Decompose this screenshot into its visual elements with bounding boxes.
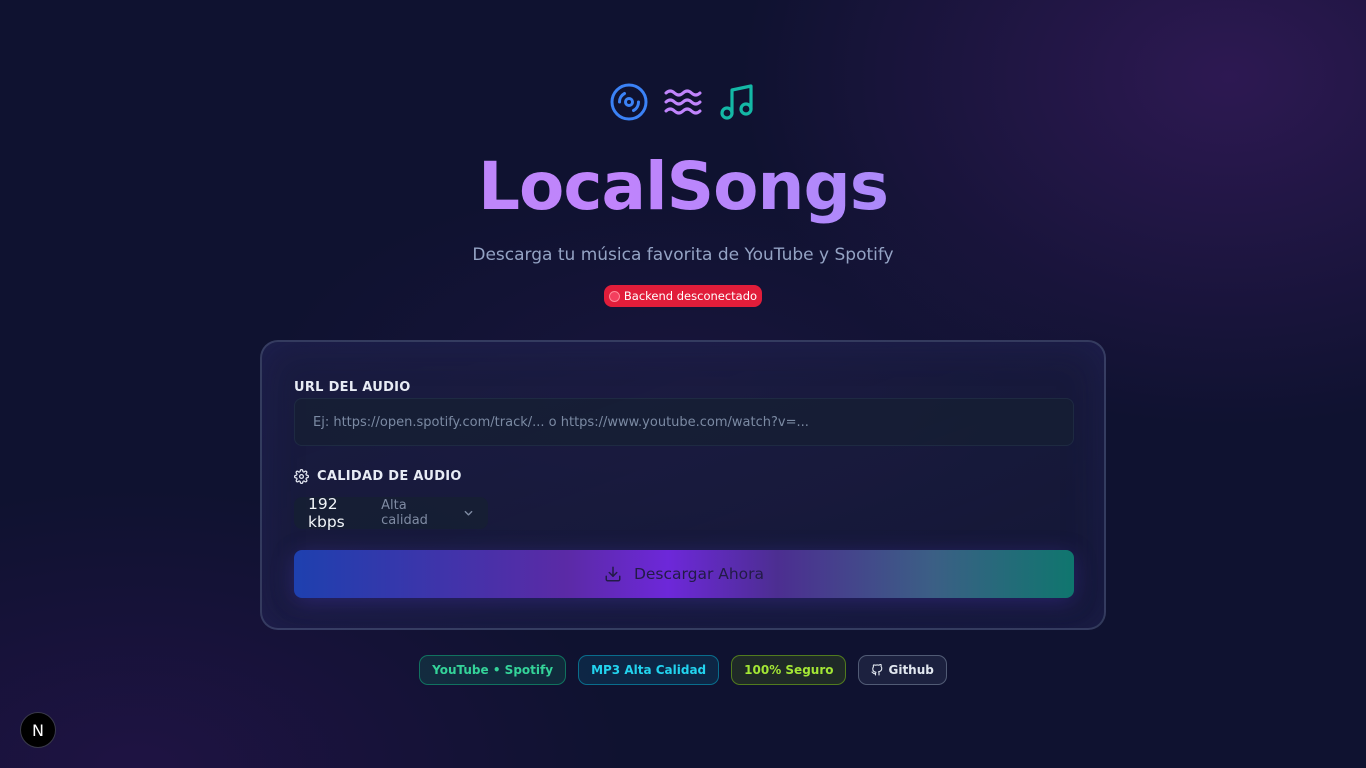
quality-label: CALIDAD DE AUDIO: [294, 469, 462, 484]
backend-status-text: Backend desconectado: [623, 289, 758, 303]
github-label: Github: [888, 663, 934, 677]
chevron-down-icon: [464, 510, 473, 516]
hero-icons: [0, 82, 1366, 122]
backend-status-badge: Backend desconectado: [604, 285, 762, 307]
gear-icon: [294, 469, 309, 484]
download-icon: [605, 566, 621, 582]
chip-youtube-spotify: YouTube • Spotify: [419, 655, 567, 685]
url-input[interactable]: [294, 398, 1074, 446]
app-subtitle: Descarga tu música favorita de YouTube y…: [472, 245, 894, 265]
chip-mp3-quality: MP3 Alta Calidad: [578, 655, 720, 685]
music-note-icon: [717, 82, 757, 122]
waves-icon: [663, 82, 703, 122]
url-label: URL DEL AUDIO: [294, 380, 411, 395]
quality-label-text: CALIDAD DE AUDIO: [317, 469, 462, 484]
dev-tools-badge[interactable]: N: [20, 712, 56, 748]
red-circle-icon: [608, 290, 620, 302]
github-icon: [871, 664, 883, 676]
quality-select[interactable]: 192 kbps Alta calidad: [294, 495, 488, 531]
app-title: LocalSongs: [0, 148, 1366, 225]
chip-secure: 100% Seguro: [731, 655, 847, 685]
download-button[interactable]: Descargar Ahora: [294, 550, 1074, 598]
download-card: URL DEL AUDIO CALIDAD DE AUDIO 192 kbps …: [260, 340, 1106, 630]
disc-icon: [609, 82, 649, 122]
download-button-label: Descargar Ahora: [633, 565, 765, 583]
feature-chips: YouTube • Spotify MP3 Alta Calidad 100% …: [0, 655, 1366, 685]
github-link[interactable]: Github: [858, 655, 947, 685]
quality-description: Alta calidad: [381, 498, 428, 528]
quality-value: 192 kbps: [308, 495, 345, 531]
